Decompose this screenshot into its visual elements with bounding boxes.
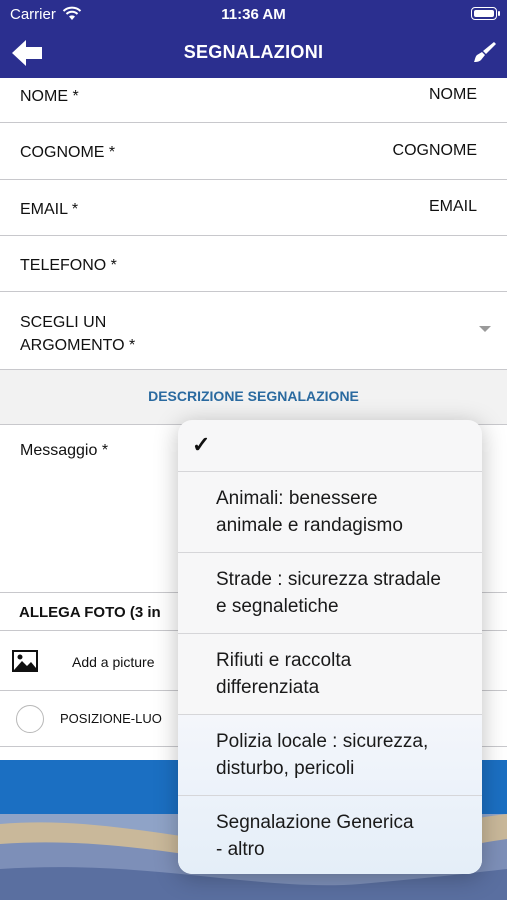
allega-foto-label: ALLEGA FOTO (3 in bbox=[19, 604, 161, 621]
posizione-label: POSIZIONE-LUO bbox=[60, 711, 162, 726]
option-line1: Rifiuti e raccolta bbox=[216, 650, 352, 671]
checkmark-icon: ✓ bbox=[192, 432, 211, 457]
option-line2: e segnaletiche bbox=[216, 596, 339, 617]
nome-row[interactable]: NOME * NOME bbox=[0, 78, 507, 123]
nome-label: NOME * bbox=[20, 88, 79, 105]
picker-option-generica[interactable]: Segnalazione Generica - altro bbox=[178, 797, 482, 874]
image-icon bbox=[12, 650, 38, 672]
telefono-label: TELEFONO * bbox=[20, 257, 117, 274]
nome-field[interactable]: NOME bbox=[429, 86, 477, 104]
clock: 11:36 AM bbox=[221, 6, 286, 23]
option-line1: Strade : sicurezza stradale bbox=[216, 569, 441, 590]
picker-option-polizia[interactable]: Polizia locale : sicurezza, disturbo, pe… bbox=[178, 716, 482, 796]
option-line2: animale e randagismo bbox=[216, 515, 403, 536]
status-bar: Carrier 11:36 AM bbox=[0, 0, 507, 30]
argomento-label: SCEGLI UN ARGOMENTO * bbox=[20, 311, 135, 357]
picker-option-rifiuti[interactable]: Rifiuti e raccolta differenziata bbox=[178, 635, 482, 715]
telefono-row[interactable]: TELEFONO * bbox=[0, 236, 507, 292]
argomento-label-line2: ARGOMENTO * bbox=[20, 337, 136, 354]
add-picture-label[interactable]: Add a picture bbox=[72, 654, 155, 670]
page-title: SEGNALAZIONI bbox=[183, 42, 324, 62]
posizione-radio[interactable] bbox=[16, 705, 44, 733]
picker-option-strade[interactable]: Strade : sicurezza stradale e segnaletic… bbox=[178, 554, 482, 634]
option-line1: Animali: benessere bbox=[216, 488, 378, 509]
brush-icon[interactable] bbox=[473, 40, 497, 64]
navigation-bar: SEGNALAZIONI bbox=[0, 30, 507, 78]
section-title: DESCRIZIONE SEGNALAZIONE bbox=[148, 388, 359, 404]
messaggio-label: Messaggio * bbox=[20, 442, 109, 459]
chevron-down-icon[interactable] bbox=[479, 326, 491, 332]
picker-option-empty[interactable]: ✓ bbox=[178, 420, 482, 472]
option-line2: disturbo, pericoli bbox=[216, 758, 355, 779]
picker-option-label: Strade : sicurezza stradale e segnaletic… bbox=[216, 566, 468, 620]
argomento-row[interactable]: SCEGLI UN ARGOMENTO * bbox=[0, 292, 507, 370]
picker-option-label: Rifiuti e raccolta differenziata bbox=[216, 647, 468, 701]
option-line1: Polizia locale : sicurezza, bbox=[216, 731, 429, 752]
email-row[interactable]: EMAIL * EMAIL bbox=[0, 180, 507, 236]
section-header: DESCRIZIONE SEGNALAZIONE bbox=[0, 370, 507, 425]
picker-option-label: Polizia locale : sicurezza, disturbo, pe… bbox=[216, 728, 468, 782]
battery-icon bbox=[471, 7, 500, 20]
picker-option-label: Segnalazione Generica - altro bbox=[216, 809, 468, 863]
picker-option-label: Animali: benessere animale e randagismo bbox=[216, 485, 468, 539]
option-line2: differenziata bbox=[216, 677, 320, 698]
option-line1: Segnalazione Generica bbox=[216, 812, 414, 833]
cognome-field[interactable]: COGNOME bbox=[393, 142, 477, 160]
email-label: EMAIL * bbox=[20, 201, 79, 218]
topic-picker-menu: ✓ Animali: benessere animale e randagism… bbox=[178, 420, 482, 874]
argomento-label-line1: SCEGLI UN bbox=[20, 314, 107, 331]
option-line2: - altro bbox=[216, 839, 265, 860]
cognome-row[interactable]: COGNOME * COGNOME bbox=[0, 123, 507, 180]
picker-option-animali[interactable]: Animali: benessere animale e randagismo bbox=[178, 473, 482, 553]
email-field[interactable]: EMAIL bbox=[429, 198, 477, 216]
cognome-label: COGNOME * bbox=[20, 144, 116, 161]
